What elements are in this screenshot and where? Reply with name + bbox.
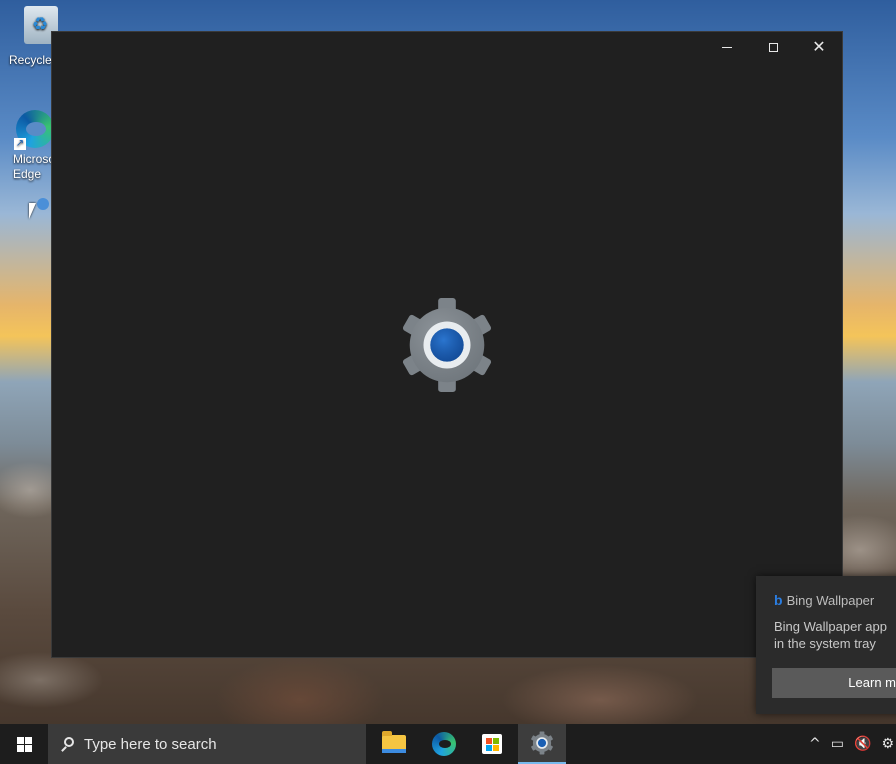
show-hidden-icons-chevron-icon[interactable]: ^ — [809, 736, 821, 752]
notification-body: Bing Wallpaper app in the system tray — [774, 618, 896, 652]
system-tray: ^ ▭ 🔇 ⚙ — [809, 724, 896, 764]
minimize-button[interactable] — [704, 32, 750, 62]
settings-gear-icon — [531, 731, 553, 755]
taskbar-search-box[interactable]: Type here to search — [48, 724, 366, 764]
maximize-button[interactable] — [750, 32, 796, 62]
taskbar-file-explorer[interactable] — [370, 724, 418, 764]
close-button[interactable]: ✕ — [796, 32, 842, 62]
notification-body-line: Bing Wallpaper app — [774, 619, 887, 634]
start-button[interactable] — [0, 724, 48, 764]
minimize-icon — [722, 46, 732, 48]
notification-header: b Bing Wallpaper — [774, 592, 874, 608]
notification-app-name: Bing Wallpaper — [786, 592, 875, 608]
taskbar-store[interactable] — [468, 724, 516, 764]
settings-window: ✕ — [52, 32, 842, 657]
settings-gear-icon — [402, 297, 492, 393]
taskbar: Type here to search ^ ▭ 🔇 ⚙ — [0, 724, 896, 764]
store-icon — [482, 734, 502, 754]
windows-logo-icon — [16, 736, 32, 752]
network-icon[interactable]: ▭ — [831, 736, 844, 752]
volume-muted-icon[interactable]: 🔇 — [854, 736, 871, 752]
gear-icon[interactable]: ⚙ — [881, 736, 894, 752]
taskbar-edge[interactable] — [420, 724, 468, 764]
search-placeholder: Type here to search — [84, 735, 217, 753]
bing-wallpaper-notification[interactable]: b Bing Wallpaper Bing Wallpaper app in t… — [756, 576, 896, 714]
learn-more-label: Learn m — [848, 675, 896, 690]
search-icon — [60, 737, 74, 751]
edge-icon — [432, 732, 456, 756]
desktop-small-icon[interactable] — [37, 198, 49, 210]
bing-icon: b — [774, 592, 783, 608]
learn-more-button[interactable]: Learn m — [772, 668, 896, 698]
maximize-icon — [768, 42, 778, 52]
file-explorer-icon — [382, 731, 406, 753]
mouse-cursor-icon — [29, 203, 36, 219]
notification-body-line: in the system tray — [774, 636, 876, 651]
edge-icon: ↗ — [14, 110, 54, 150]
close-icon: ✕ — [812, 37, 826, 56]
taskbar-settings[interactable] — [518, 724, 566, 764]
